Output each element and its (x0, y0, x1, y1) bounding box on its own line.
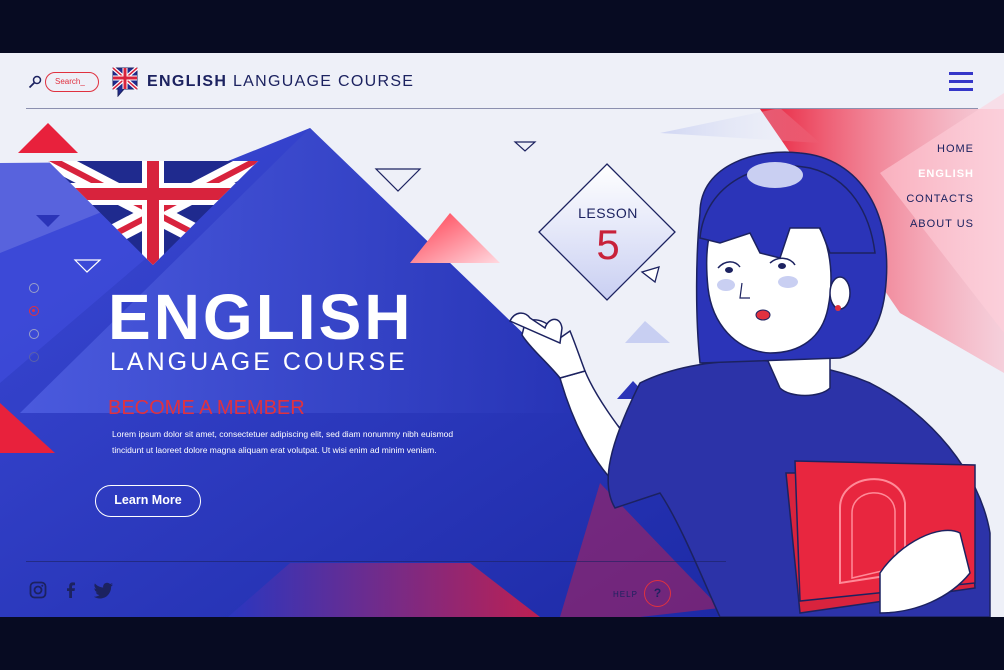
header-divider (26, 108, 978, 109)
hero-description-line-2: tincidunt ut laoreet dolore magna aliqua… (112, 445, 437, 455)
instagram-icon[interactable] (29, 581, 47, 599)
brand-title-rest: LANGUAGE COURSE (227, 73, 415, 90)
footer-divider (26, 561, 726, 562)
slider-dots (29, 283, 39, 375)
search-icon[interactable] (28, 75, 42, 89)
hamburger-menu-icon[interactable] (949, 72, 973, 92)
hero-description-line-1: Lorem ipsum dolor sit amet, consectetuer… (112, 429, 454, 439)
help-button[interactable]: ? (644, 580, 671, 607)
hero-title: ENGLISH (108, 281, 414, 353)
twitter-icon[interactable] (94, 581, 114, 599)
lesson-label: LESSON (578, 205, 638, 221)
landing-page: LESSON 5 Search_ ENGLISH LANGUAGE COURSE… (0, 53, 1004, 617)
help-label: HELP (613, 590, 638, 599)
slider-dot-2[interactable] (29, 306, 39, 316)
lesson-number: 5 (596, 221, 620, 268)
search-input[interactable]: Search_ (45, 72, 99, 92)
facebook-icon[interactable] (62, 581, 80, 599)
nav-item-about-us[interactable]: ABOUT US (906, 217, 974, 242)
learn-more-button[interactable]: Learn More (95, 485, 201, 517)
slider-dot-3[interactable] (29, 329, 39, 339)
uk-flag-icon (112, 67, 138, 97)
brand-title-bold: ENGLISH (147, 73, 228, 90)
main-nav: HOME ENGLISH CONTACTS ABOUT US (906, 142, 974, 242)
become-member-heading: BECOME A MEMBER (108, 397, 305, 419)
nav-item-home[interactable]: HOME (906, 142, 974, 167)
header: Search_ ENGLISH LANGUAGE COURSE (0, 53, 1004, 109)
brand-title[interactable]: ENGLISH LANGUAGE COURSE (147, 73, 414, 91)
slider-dot-4[interactable] (29, 352, 39, 362)
nav-item-english[interactable]: ENGLISH (906, 167, 974, 192)
hero-subtitle: LANGUAGE COURSE (110, 348, 408, 376)
nav-item-contacts[interactable]: CONTACTS (906, 192, 974, 217)
slider-dot-1[interactable] (29, 283, 39, 293)
hero-description: Lorem ipsum dolor sit amet, consectetuer… (112, 426, 512, 458)
